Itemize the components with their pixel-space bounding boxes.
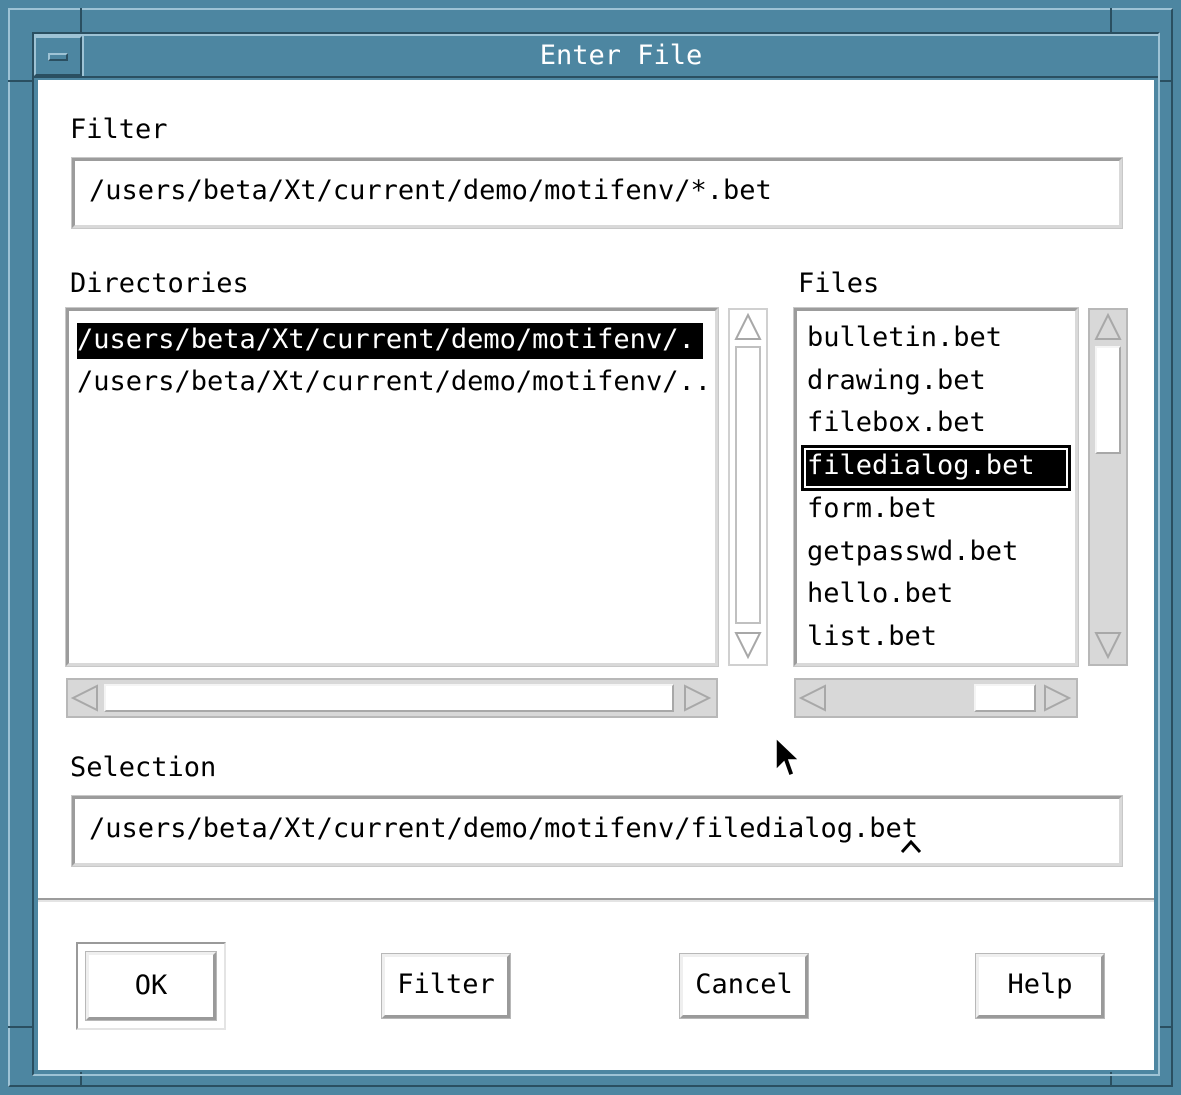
scroll-down-arrow-icon[interactable] <box>1093 630 1123 660</box>
directory-item[interactable]: /users/beta/Xt/current/demo/motifenv/. <box>77 323 703 359</box>
mouse-pointer-icon <box>775 736 800 777</box>
resize-handle-left-bottom[interactable] <box>8 1026 34 1028</box>
resize-handle-right-top[interactable] <box>1158 80 1173 82</box>
file-item[interactable]: bulletin.bet <box>805 321 1004 357</box>
filter-input-value: /users/beta/Xt/current/demo/motifenv/*.b… <box>89 175 772 206</box>
resize-handle-left-top[interactable] <box>8 80 34 82</box>
scroll-up-arrow-icon[interactable] <box>1093 312 1123 342</box>
directories-vscrollbar[interactable] <box>728 308 768 666</box>
file-item[interactable]: filebox.bet <box>805 406 988 442</box>
file-item[interactable]: form.bet <box>805 492 939 528</box>
file-item-selected[interactable]: filedialog.bet <box>801 445 1071 491</box>
files-hscrollbar[interactable] <box>794 678 1078 718</box>
text-caret-icon <box>901 839 921 853</box>
directories-hscrollbar[interactable] <box>66 678 718 718</box>
window-menu-button[interactable] <box>34 36 82 76</box>
scroll-left-arrow-icon[interactable] <box>798 683 828 713</box>
files-vscroll-thumb[interactable] <box>1095 346 1121 454</box>
ok-button[interactable]: OK <box>85 951 217 1021</box>
directories-list[interactable]: /users/beta/Xt/current/demo/motifenv/. /… <box>65 307 719 667</box>
action-area-separator <box>38 898 1154 902</box>
help-button[interactable]: Help <box>975 953 1105 1019</box>
directory-item[interactable]: /users/beta/Xt/current/demo/motifenv/.. <box>75 365 713 401</box>
cancel-button[interactable]: Cancel <box>679 953 809 1019</box>
scroll-right-arrow-icon[interactable] <box>682 683 712 713</box>
files-list[interactable]: bulletin.bet drawing.bet filebox.bet fil… <box>793 307 1079 667</box>
selection-input-value: /users/beta/Xt/current/demo/motifenv/fil… <box>89 813 919 844</box>
directories-label: Directories <box>70 268 249 299</box>
directories-hscroll-thumb[interactable] <box>104 684 674 712</box>
window-menu-icon <box>48 53 68 61</box>
dialog-body: Filter /users/beta/Xt/current/demo/motif… <box>38 80 1154 1070</box>
filter-input[interactable]: /users/beta/Xt/current/demo/motifenv/*.b… <box>71 157 1123 229</box>
files-hscroll-thumb[interactable] <box>974 684 1036 712</box>
filter-label: Filter <box>70 114 168 145</box>
directories-vscroll-thumb[interactable] <box>735 346 761 624</box>
filter-button[interactable]: Filter <box>381 953 511 1019</box>
files-vscrollbar[interactable] <box>1088 308 1128 666</box>
file-item[interactable]: list.bet <box>805 620 939 656</box>
selection-label: Selection <box>70 752 217 783</box>
scroll-up-arrow-icon[interactable] <box>733 312 763 342</box>
resize-handle-top-left[interactable] <box>80 8 82 34</box>
files-label: Files <box>798 268 880 299</box>
resize-handle-top-right[interactable] <box>1110 8 1112 34</box>
selection-input[interactable]: /users/beta/Xt/current/demo/motifenv/fil… <box>71 795 1123 867</box>
scroll-right-arrow-icon[interactable] <box>1042 683 1072 713</box>
title-bar[interactable]: Enter File <box>34 34 1158 78</box>
window-title: Enter File <box>82 36 1158 76</box>
resize-handle-right-bottom[interactable] <box>1158 1026 1173 1028</box>
scroll-left-arrow-icon[interactable] <box>70 683 100 713</box>
scroll-down-arrow-icon[interactable] <box>733 630 763 660</box>
file-item[interactable]: hello.bet <box>805 577 955 613</box>
file-item[interactable]: getpasswd.bet <box>805 535 1020 571</box>
file-item[interactable]: drawing.bet <box>805 364 988 400</box>
